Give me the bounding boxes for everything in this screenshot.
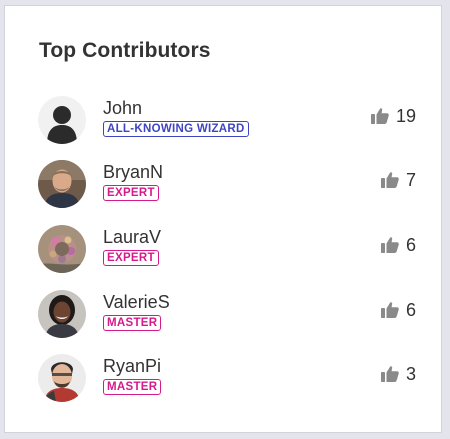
avatar[interactable] [38, 225, 86, 273]
rank-badge: MASTER [103, 379, 162, 395]
likes-count: 6 [380, 234, 416, 256]
thumbs-up-icon [380, 172, 399, 188]
contributor-row: RyanPi MASTER 3 [38, 354, 416, 404]
likes-value: 6 [405, 235, 416, 255]
top-contributors-widget: Top Contributors John ALL-KNOWING WIZARD… [4, 5, 442, 433]
likes-count: 7 [380, 169, 416, 191]
likes-count: 6 [380, 299, 416, 321]
widget-title: Top Contributors [39, 39, 211, 62]
likes-value: 6 [405, 300, 416, 320]
rank-badge: EXPERT [103, 185, 159, 201]
contributor-name[interactable]: John [103, 98, 142, 118]
avatar[interactable] [38, 96, 86, 144]
likes-value: 7 [405, 170, 416, 190]
thumbs-up-icon [370, 108, 389, 124]
contributor-name[interactable]: RyanPi [103, 356, 161, 376]
thumbs-up-icon [380, 366, 399, 382]
thumbs-up-icon [380, 237, 399, 253]
avatar[interactable] [38, 354, 86, 402]
thumbs-up-icon [380, 302, 399, 318]
likes-value: 3 [405, 364, 416, 384]
contributor-name[interactable]: BryanN [103, 162, 163, 182]
contributor-row: ValerieS MASTER 6 [38, 290, 416, 340]
rank-badge: MASTER [103, 315, 162, 331]
avatar[interactable] [38, 160, 86, 208]
contributor-row: BryanN EXPERT 7 [38, 160, 416, 210]
rank-badge: EXPERT [103, 250, 159, 266]
rank-badge: ALL-KNOWING WIZARD [103, 121, 249, 137]
contributor-row: LauraV EXPERT 6 [38, 225, 416, 275]
likes-count: 19 [370, 105, 416, 127]
contributor-name[interactable]: LauraV [103, 227, 161, 247]
contributor-name[interactable]: ValerieS [103, 292, 170, 312]
likes-count: 3 [380, 363, 416, 385]
likes-value: 19 [395, 106, 416, 126]
contributor-row: John ALL-KNOWING WIZARD 19 [38, 96, 416, 146]
avatar[interactable] [38, 290, 86, 338]
